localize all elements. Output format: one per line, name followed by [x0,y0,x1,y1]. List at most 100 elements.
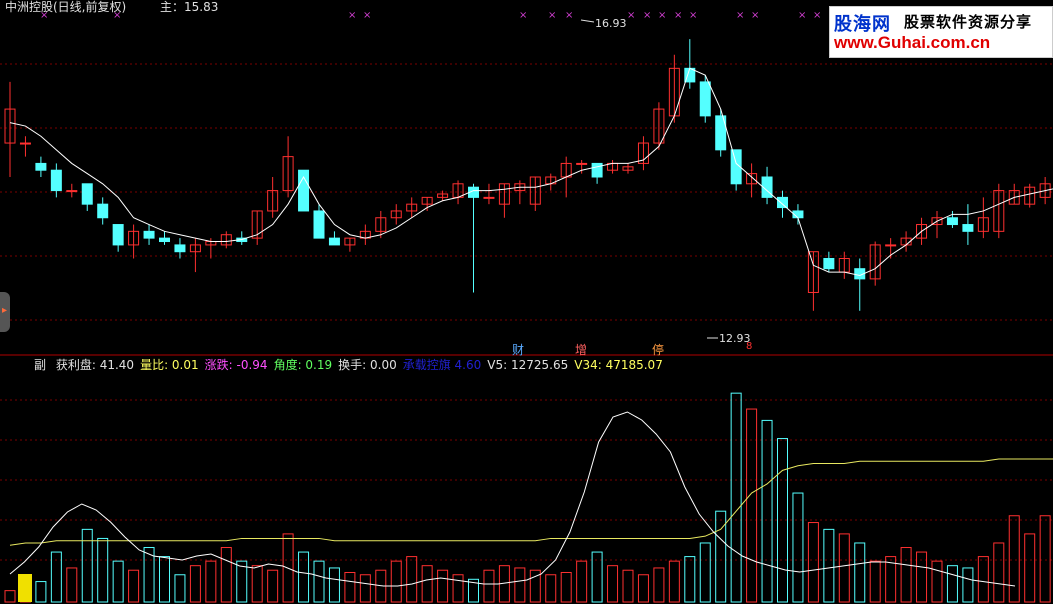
volume-bar-down [730,392,742,603]
candle-down [946,217,958,226]
candle-down [777,196,788,209]
sub-indicator-item: 角度: 0.19 [273,358,333,372]
volume-bar-up [560,571,572,603]
signal-x-icon: × [113,10,122,21]
volume-bar-up [668,560,680,603]
candle-down [313,210,325,239]
volume-bar-up [406,556,418,603]
volume-bar-down [35,581,47,603]
candle-down [823,258,835,270]
volume-bar-down [112,560,124,603]
signal-x-icon: × [565,10,574,21]
volume-bar-up [205,560,217,603]
signal-x-icon: × [627,10,636,21]
volume-bar-up [931,560,943,603]
event-tag-increase[interactable]: 增 [575,341,587,358]
volume-bar-down [854,542,866,603]
main-price-label: 主：15.83 [160,0,219,14]
signal-x-icon: × [348,10,357,21]
volume-bar-down [159,556,170,603]
volume-bar-down [823,528,835,603]
candle-up [19,142,31,145]
volume-bar-up [251,565,263,603]
volume-bar-up [1039,515,1051,603]
volume-bar-up [622,569,634,603]
candle-up [66,190,78,193]
volume-bar-down [962,567,974,603]
volume-bar-up [514,567,526,603]
volume-bar-down [328,567,340,603]
volume-bar-up [4,590,16,603]
signal-x-icon: × [363,10,372,21]
volume-bar-up [220,547,232,603]
volume-bar-up [452,574,464,603]
volume-bar-up [977,556,989,603]
watermark-logo: 股海网 股票软件资源分享 www.Guhai.com.cn [829,6,1053,58]
volume-bar-up [267,569,279,603]
signal-x-icon: × [689,10,698,21]
volume-bar-up [545,574,557,603]
candle-down [50,169,62,192]
volume-bar-down [97,537,109,603]
candle-down [328,237,340,246]
volume-bar-up [993,542,1005,603]
volume-bar-up [1024,533,1036,603]
event-tag-suspend[interactable]: 停 [652,341,664,358]
sub-indicator-item: 涨跌: -0.94 [204,358,268,372]
sub-indicator-item: 换手: 0.00 [338,358,397,372]
candle-down [97,203,109,219]
signal-x-icon: × [519,10,528,21]
signal-x-icon: × [813,10,822,21]
volume-bar-up [483,569,495,603]
candle-down [174,244,186,253]
candlestick-series [4,39,1051,311]
sub-indicator-item: 量比: 0.01 [140,358,199,372]
logo-tagline: 股票软件资源分享 [904,13,1033,31]
volume-bar-down [313,560,325,603]
volume-bar-up [576,560,588,603]
candle-up [483,196,495,199]
sub-indicator-bar: 副 获利盘: 41.40 量比: 0.01 涨跌: -0.94 角度: 0.19 换手:… [34,358,663,372]
sub-indicator-item: V34: 47185.07 [574,358,663,372]
panel-toggle-tab[interactable]: ▸ [0,292,10,332]
sub-indicator-item: 获利盘: 41.40 [55,358,135,372]
signal-x-icon: × [674,10,683,21]
volume-bar-up [189,565,201,603]
signal-x-icon: × [40,10,49,21]
moving-average-line [9,67,1053,277]
volume-bar-down [761,419,773,603]
candle-down [591,162,603,178]
volume-bar-down [946,565,958,603]
volume-bar-up [807,522,819,603]
candle-up [576,162,588,165]
grid-lines [0,63,1053,561]
logo-url: www.Guhai.com.cn [834,33,991,52]
volume-bar-up [359,574,371,603]
expand-arrow-icon: ▸ [2,305,8,316]
event-tag-finance[interactable]: 财 [512,341,524,358]
volume-bar-up [421,565,433,603]
chart-title: 中洲控股(日线,前复权) [5,0,127,14]
stock-chart[interactable]: 16.93 12.93 [0,0,1053,604]
candle-down [143,230,155,239]
sub-indicator-name: 副 [34,358,47,372]
candle-down [699,81,711,117]
high-marker-line [580,19,595,23]
sub-indicator-item: V5: 12725.65 [487,358,569,372]
signal-x-icon: × [548,10,557,21]
volume-bar-up [838,533,850,603]
sub-indicator-item: 承载控旗 4.60 [402,358,482,372]
high-price-label: 16.93 [595,17,627,30]
candle-down [81,183,93,205]
volume-bar-up [128,569,140,603]
volume-bar-up [869,560,881,603]
signal-x-icon: × [736,10,745,21]
signal-x-icon: × [751,10,760,21]
volume-bar-highlight [18,574,32,602]
volume-bar-up [746,408,758,603]
price-markers: 16.93 12.93 [580,17,751,345]
volume-bar-up [66,567,78,603]
volume-bar-up [637,574,649,603]
candle-down [962,224,974,232]
event-tag-other[interactable]: 8 [746,341,752,352]
